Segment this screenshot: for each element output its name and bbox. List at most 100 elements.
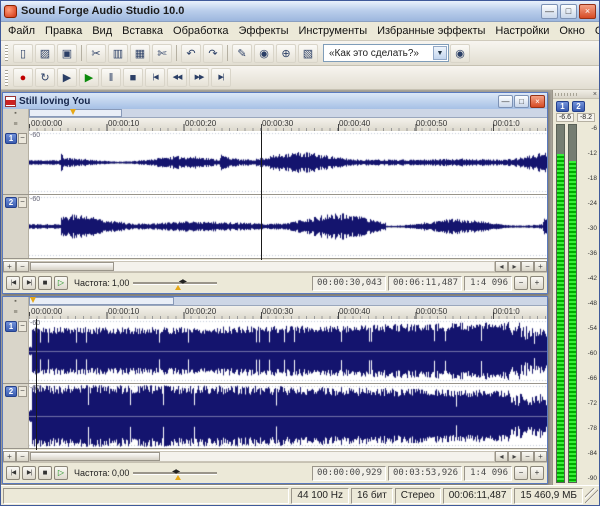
scrollbar-track[interactable] (29, 261, 495, 272)
lock-icon[interactable]: ▪ (14, 110, 16, 117)
channel-2-badge[interactable]: 2 (5, 386, 17, 397)
waveform-canvas-ch1[interactable] (29, 131, 547, 194)
go-to-start-button[interactable]: |◀ (145, 68, 165, 87)
zoom-out-time-button[interactable]: − (16, 451, 29, 462)
rate-slider[interactable]: ◀▶ (133, 466, 217, 480)
play-all-button[interactable]: ▶ (57, 68, 77, 87)
slider-handle[interactable]: ◀▶ (172, 468, 179, 475)
play-mini-button[interactable]: ▷ (54, 466, 68, 480)
close-button[interactable]: × (579, 4, 596, 19)
zoom-out-time-button[interactable]: − (16, 261, 29, 272)
lock-icon[interactable]: ▪ (14, 298, 16, 305)
copy-button[interactable]: ▥ (108, 44, 128, 63)
forward-button[interactable]: ▶▶ (189, 68, 209, 87)
meter-channel-2-badge[interactable]: 2 (572, 101, 585, 112)
go-to-end-mini-button[interactable]: ▶| (22, 276, 36, 290)
overview-bar[interactable] (29, 297, 547, 306)
zoom-ratio-up-button[interactable]: + (530, 276, 544, 290)
rate-slider[interactable]: ◀▶ (133, 276, 217, 290)
menu-options[interactable]: Настройки (490, 23, 554, 39)
waveform-canvas-ch2[interactable] (29, 384, 547, 448)
pause-button[interactable]: ‖ (101, 68, 121, 87)
channel-minimize-button[interactable]: − (18, 197, 27, 208)
zoom-ratio-down-button[interactable]: − (514, 466, 528, 480)
stop-mini-button[interactable]: ■ (38, 466, 52, 480)
channel-minimize-button[interactable]: − (18, 386, 27, 397)
overview-bar[interactable] (29, 109, 547, 118)
toolbar-grip[interactable] (5, 45, 8, 61)
waveform-channel-1[interactable]: -60 (29, 319, 547, 383)
redo-button[interactable]: ↷ (203, 44, 223, 63)
go-to-start-mini-button[interactable]: |◀ (6, 276, 20, 290)
channel-minimize-button[interactable]: − (18, 321, 27, 332)
channel-1-badge[interactable]: 1 (5, 321, 17, 332)
zoom-in-time-button[interactable]: + (3, 261, 16, 272)
cut-button[interactable]: ✂ (86, 44, 106, 63)
waveform-canvas-ch1[interactable] (29, 319, 547, 383)
scrollbar-thumb[interactable] (30, 262, 114, 271)
cursor-marker-icon[interactable] (30, 297, 36, 303)
menu-favorite-effects[interactable]: Избранные эффекты (372, 23, 490, 39)
stop-button[interactable]: ■ (123, 68, 143, 87)
menu-file[interactable]: Файл (3, 23, 40, 39)
doc-maximize-button[interactable]: □ (514, 95, 529, 108)
channel-2-badge[interactable]: 2 (5, 197, 17, 208)
menu-window[interactable]: Окно (554, 23, 590, 39)
scrollbar-track[interactable] (29, 451, 495, 462)
play-button[interactable]: ▶ (79, 68, 99, 87)
time-ruler[interactable]: 00:00:00 00:00:10 00:00:20 00:00:30 00:0… (29, 118, 547, 131)
playback-cursor[interactable] (261, 131, 262, 260)
howto-search-button[interactable]: ◉ (450, 44, 470, 63)
waveform-channel-2[interactable]: -60 (29, 384, 547, 448)
howto-combobox[interactable]: «Как это сделать?» ▼ (323, 44, 449, 62)
scroll-left-button[interactable]: ◂ (495, 451, 508, 462)
record-button[interactable]: ● (13, 68, 33, 87)
save-file-button[interactable]: ▣ (57, 44, 77, 63)
zoom-out-vertical-button[interactable]: − (521, 451, 534, 462)
minimize-button[interactable]: — (541, 4, 558, 19)
resize-grip[interactable] (585, 488, 598, 504)
trim-button[interactable]: ✄ (152, 44, 172, 63)
scrollbar-thumb[interactable] (30, 452, 160, 461)
doc-close-button[interactable]: × (530, 95, 545, 108)
menu-edit[interactable]: Правка (40, 23, 87, 39)
loop-playback-button[interactable]: ↻ (35, 68, 55, 87)
zoom-in-time-button[interactable]: + (3, 451, 16, 462)
meter-close-icon[interactable]: × (593, 91, 597, 98)
scroll-left-button[interactable]: ◂ (495, 261, 508, 272)
magnify-tool-button[interactable]: ◉ (254, 44, 274, 63)
snap-icon[interactable]: ≡ (13, 309, 17, 316)
chevron-down-icon[interactable]: ▼ (433, 46, 447, 60)
title-bar[interactable]: Sound Forge Audio Studio 10.0 — □ × (1, 1, 599, 22)
go-to-start-mini-button[interactable]: |◀ (6, 466, 20, 480)
zoom-tool-button[interactable]: ⊕ (276, 44, 296, 63)
go-to-end-button[interactable]: ▶| (211, 68, 231, 87)
playback-cursor[interactable] (36, 319, 37, 450)
edit-tool-button[interactable]: ✎ (232, 44, 252, 63)
menu-insert[interactable]: Вставка (117, 23, 168, 39)
slider-handle[interactable]: ◀▶ (179, 278, 186, 285)
doc-title-bar[interactable]: Still loving You — □ × (3, 93, 547, 109)
waveform-canvas-ch2[interactable] (29, 195, 547, 258)
scroll-right-button[interactable]: ▸ (508, 261, 521, 272)
meter-channel-1-badge[interactable]: 1 (556, 101, 569, 112)
view-region[interactable] (29, 297, 174, 305)
snap-icon[interactable]: ≡ (13, 121, 17, 128)
rewind-button[interactable]: ◀◀ (167, 68, 187, 87)
zoom-ratio-down-button[interactable]: − (514, 276, 528, 290)
toolbar-grip[interactable] (5, 70, 8, 86)
play-mini-button[interactable]: ▷ (54, 276, 68, 290)
waveform-channel-2[interactable]: -60 (29, 195, 547, 258)
scroll-right-button[interactable]: ▸ (508, 451, 521, 462)
paste-button[interactable]: ▦ (130, 44, 150, 63)
snap-button[interactable]: ▧ (298, 44, 318, 63)
channel-1-badge[interactable]: 1 (5, 133, 17, 144)
document-window-still-loving-you[interactable]: Still loving You — □ × ▪ ≡ 00:00:00 00:0… (2, 92, 548, 294)
menu-help[interactable]: Справка (590, 23, 599, 39)
zoom-ratio-up-button[interactable]: + (530, 466, 544, 480)
zoom-in-vertical-button[interactable]: + (534, 451, 547, 462)
document-window-2[interactable]: ▪ ≡ 00:00:00 00:00:10 00:00:20 00:00:30 … (2, 296, 548, 484)
cursor-marker-icon[interactable] (70, 109, 76, 115)
menu-process[interactable]: Обработка (168, 23, 233, 39)
zoom-out-vertical-button[interactable]: − (521, 261, 534, 272)
